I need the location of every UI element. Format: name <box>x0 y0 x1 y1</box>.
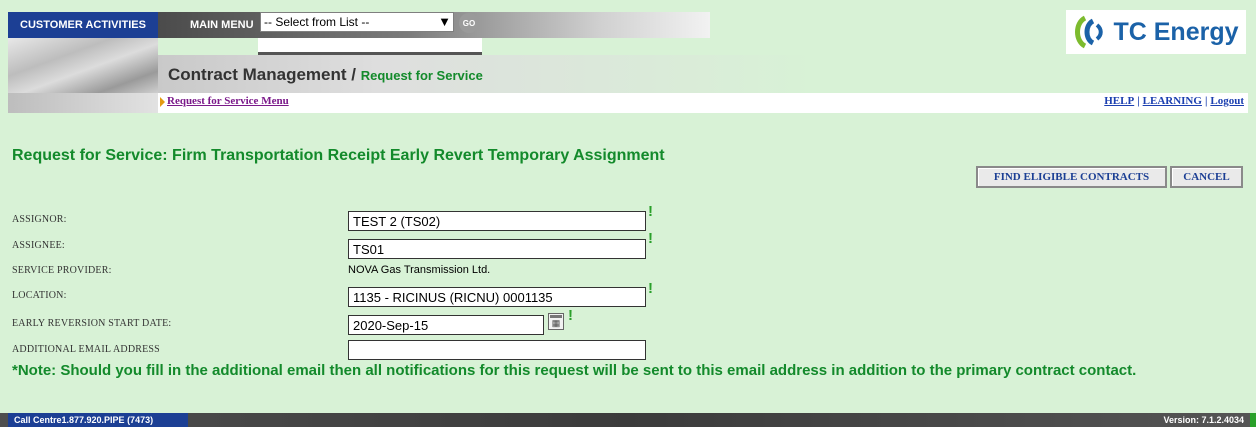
chevron-down-icon: ▼ <box>438 14 451 29</box>
header-photo <box>8 38 158 93</box>
breadcrumb-arrow-icon <box>160 97 165 107</box>
help-link[interactable]: HELP <box>1104 95 1134 107</box>
required-icon: ! <box>568 307 573 324</box>
assignor-field[interactable]: TEST 2 (TS02) <box>348 211 646 231</box>
footer <box>0 413 1256 427</box>
find-eligible-contracts-button[interactable]: FIND ELIGIBLE CONTRACTS <box>976 166 1167 188</box>
assignor-label: ASSIGNOR: <box>12 214 67 225</box>
tc-energy-logo-icon <box>1075 15 1104 49</box>
customer-activities-tab[interactable]: CUSTOMER ACTIVITIES <box>8 12 158 38</box>
section-title-sub: Request for Service <box>360 68 483 83</box>
required-icon: ! <box>648 280 653 297</box>
footer-accent <box>1250 413 1256 427</box>
tc-energy-logo: TC Energy <box>1066 10 1246 54</box>
email-note: *Note: Should you fill in the additional… <box>12 362 1137 379</box>
service-provider-value: NOVA Gas Transmission Ltd. <box>348 264 491 276</box>
go-button[interactable]: GO <box>459 13 479 33</box>
required-icon: ! <box>648 230 653 247</box>
email-label: ADDITIONAL EMAIL ADDRESS <box>12 344 160 355</box>
start-date-label: EARLY REVERSION START DATE: <box>12 318 172 329</box>
main-menu-select-value: -- Select from List -- <box>264 15 370 29</box>
required-icon: ! <box>648 203 653 220</box>
learning-link[interactable]: LEARNING <box>1143 95 1202 107</box>
calendar-glyph: ▦ <box>551 318 561 328</box>
main-menu-label: MAIN MENU <box>190 19 254 31</box>
main-menu-select[interactable]: -- Select from List -- ▼ <box>260 12 454 32</box>
version-text: Version: 7.1.2.4034 <box>1163 415 1244 425</box>
location-label: LOCATION: <box>12 290 67 301</box>
calendar-icon[interactable]: ▦ <box>548 313 564 330</box>
assignee-label: ASSIGNEE: <box>12 240 65 251</box>
page-title: Request for Service: Firm Transportation… <box>12 147 665 164</box>
cancel-button[interactable]: CANCEL <box>1170 166 1243 188</box>
service-provider-label: SERVICE PROVIDER: <box>12 265 112 276</box>
location-field[interactable]: 1135 - RICINUS (RICNU) 0001135 <box>348 287 646 307</box>
page-section-title: Contract Management / Request for Servic… <box>168 65 483 85</box>
start-date-field[interactable]: 2020-Sep-15 <box>348 315 544 335</box>
top-links: HELP | LEARNING | Logout <box>1104 95 1244 107</box>
breadcrumb-photo <box>8 93 158 113</box>
email-field[interactable] <box>348 340 646 360</box>
assignee-field[interactable]: TS01 <box>348 239 646 259</box>
separator: | <box>1137 95 1140 107</box>
section-title-main: Contract Management / <box>168 65 356 84</box>
logo-text: TC Energy <box>1113 17 1239 46</box>
call-centre-text: Call Centre1.877.920.PIPE (7473) <box>8 413 188 427</box>
logout-link[interactable]: Logout <box>1210 95 1244 107</box>
request-for-service-menu-link[interactable]: Request for Service Menu <box>167 95 289 107</box>
separator: | <box>1204 95 1208 107</box>
